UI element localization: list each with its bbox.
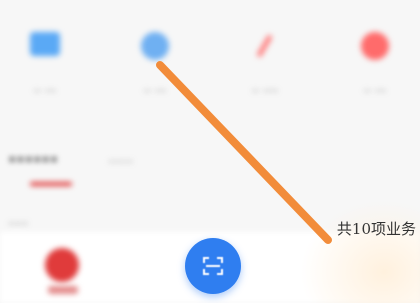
annotation-line	[156, 61, 332, 244]
annotation-arrow	[156, 61, 332, 244]
